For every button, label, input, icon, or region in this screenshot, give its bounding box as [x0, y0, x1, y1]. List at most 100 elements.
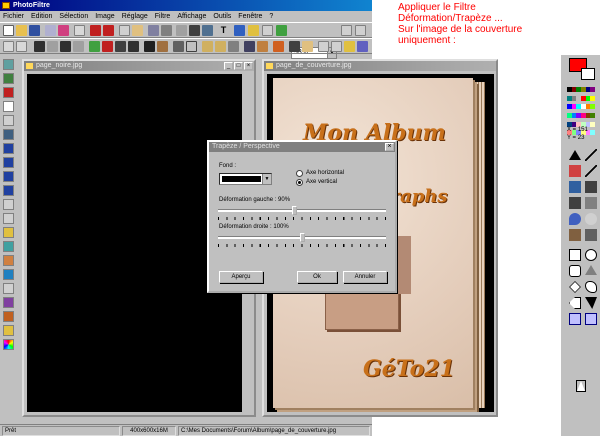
image-size-icon[interactable]	[148, 25, 159, 36]
cover-titlebar[interactable]: page_de_couverture.jpg	[264, 61, 496, 71]
texture-icon[interactable]	[331, 41, 342, 52]
zoom-out-icon[interactable]	[355, 25, 366, 36]
slider-thumb[interactable]	[291, 206, 297, 215]
brightness-plus-icon[interactable]	[47, 41, 58, 52]
frame-icon[interactable]	[189, 25, 200, 36]
new-file-icon[interactable]	[3, 25, 14, 36]
channels-icon[interactable]	[3, 171, 14, 182]
menu-outils[interactable]: Outils	[213, 13, 231, 20]
rounded-rectangle-icon[interactable]	[569, 265, 581, 277]
filter-icon[interactable]	[273, 41, 284, 52]
blur-icon[interactable]	[173, 41, 184, 52]
explorer-icon[interactable]	[3, 59, 14, 70]
dust-icon[interactable]	[289, 41, 300, 52]
blur-drop-icon[interactable]	[569, 213, 581, 225]
star-icon[interactable]	[248, 25, 259, 36]
save-disk-icon[interactable]	[29, 25, 40, 36]
sharpen-icon[interactable]	[186, 41, 197, 52]
color-wheel-icon[interactable]	[3, 339, 14, 350]
triangle-icon[interactable]	[585, 265, 597, 275]
wand-icon[interactable]	[3, 325, 14, 336]
stamp-icon[interactable]	[3, 241, 14, 252]
spray-icon[interactable]	[585, 181, 597, 193]
automation-icon[interactable]	[302, 41, 313, 52]
line-icon[interactable]	[585, 165, 597, 177]
invert-selection-icon[interactable]	[585, 313, 597, 325]
levels-icon[interactable]	[3, 143, 14, 154]
cut-icon[interactable]	[74, 25, 85, 36]
menu-fenetre[interactable]: Fenêtre	[238, 13, 262, 20]
chevron-down-icon[interactable]: ▼	[262, 174, 271, 184]
redo-icon[interactable]	[103, 25, 114, 36]
diamond-icon[interactable]	[569, 281, 581, 293]
gradient-tool-icon[interactable]	[3, 297, 14, 308]
crop-icon[interactable]	[202, 25, 213, 36]
scan-icon[interactable]	[58, 25, 69, 36]
axis-vertical-radio[interactable]	[296, 179, 303, 186]
curve-icon[interactable]	[585, 297, 597, 309]
sepia-icon[interactable]	[157, 41, 168, 52]
ellipse-icon[interactable]	[585, 249, 597, 261]
flip-icon[interactable]	[234, 25, 245, 36]
paint-icon[interactable]	[3, 227, 14, 238]
menu-fichier[interactable]: Fichier	[3, 13, 24, 20]
clone-stamp-icon[interactable]	[585, 229, 597, 241]
print-icon[interactable]	[45, 25, 56, 36]
lasso-icon[interactable]	[585, 281, 597, 293]
zoom-in-icon[interactable]	[341, 25, 352, 36]
ok-button[interactable]: Ok	[297, 271, 337, 283]
menu-selection[interactable]: Sélection	[59, 13, 88, 20]
paste-icon[interactable]	[132, 25, 143, 36]
finger-icon[interactable]	[569, 229, 581, 241]
right-deformation-slider[interactable]	[218, 233, 386, 247]
clone-icon[interactable]	[3, 115, 14, 126]
menu-help[interactable]: ?	[269, 13, 273, 20]
rectangle-icon[interactable]	[569, 249, 581, 261]
slider-thumb[interactable]	[300, 233, 305, 242]
preview-button[interactable]: Aperçu	[219, 271, 263, 283]
image-browser-icon[interactable]	[3, 73, 14, 84]
smudge-icon[interactable]	[3, 255, 14, 266]
menu-reglage[interactable]: Réglage	[122, 13, 148, 20]
open-folder-icon[interactable]	[16, 25, 27, 36]
shape-icon[interactable]	[3, 311, 14, 322]
cancel-button[interactable]: Annuler	[343, 271, 387, 283]
contrast-plus-icon[interactable]	[73, 41, 84, 52]
module-icon[interactable]	[276, 25, 287, 36]
sun-icon[interactable]	[344, 41, 355, 52]
undo-icon[interactable]	[90, 25, 101, 36]
effect-icon[interactable]	[257, 41, 268, 52]
flip-vertical-icon[interactable]	[215, 41, 226, 52]
text-tool-icon[interactable]	[3, 283, 14, 294]
magic-wand-icon[interactable]	[569, 165, 581, 177]
saturation-plus-icon[interactable]	[102, 41, 113, 52]
menu-affichage[interactable]: Affichage	[177, 13, 206, 20]
sharpen-drop-icon[interactable]	[585, 213, 597, 225]
menu-filtre[interactable]: Filtre	[155, 13, 171, 20]
gradient-icon[interactable]	[318, 41, 329, 52]
close-icon[interactable]: ×	[385, 143, 394, 151]
page-setup-icon[interactable]	[262, 25, 273, 36]
brush-icon[interactable]	[569, 197, 581, 209]
auto-contrast-icon[interactable]	[16, 41, 27, 52]
transparency-icon[interactable]	[176, 25, 187, 36]
grayscale-icon[interactable]	[144, 41, 155, 52]
minimize-icon[interactable]: _	[224, 62, 233, 70]
gamma-plus-icon[interactable]	[128, 41, 139, 52]
maximize-icon[interactable]: □	[234, 62, 243, 70]
eyedropper-icon[interactable]	[585, 149, 597, 161]
contrast-minus-icon[interactable]	[60, 41, 71, 52]
fill-bucket-icon[interactable]	[569, 181, 581, 193]
auto-levels-icon[interactable]	[3, 41, 14, 52]
close-icon[interactable]: ×	[244, 62, 253, 70]
menu-image[interactable]: Image	[95, 13, 114, 20]
canvas-size-icon[interactable]	[161, 25, 172, 36]
menu-edition[interactable]: Edition	[31, 13, 52, 20]
black-page-titlebar[interactable]: page_noire.jpg _ □ ×	[24, 61, 254, 71]
document-icon[interactable]	[3, 101, 14, 112]
brightness-minus-icon[interactable]	[34, 41, 45, 52]
secondary-color-swatch[interactable]	[581, 68, 595, 80]
histogram-icon[interactable]	[3, 129, 14, 140]
left-deformation-slider[interactable]	[218, 206, 386, 220]
layers-icon[interactable]	[3, 185, 14, 196]
